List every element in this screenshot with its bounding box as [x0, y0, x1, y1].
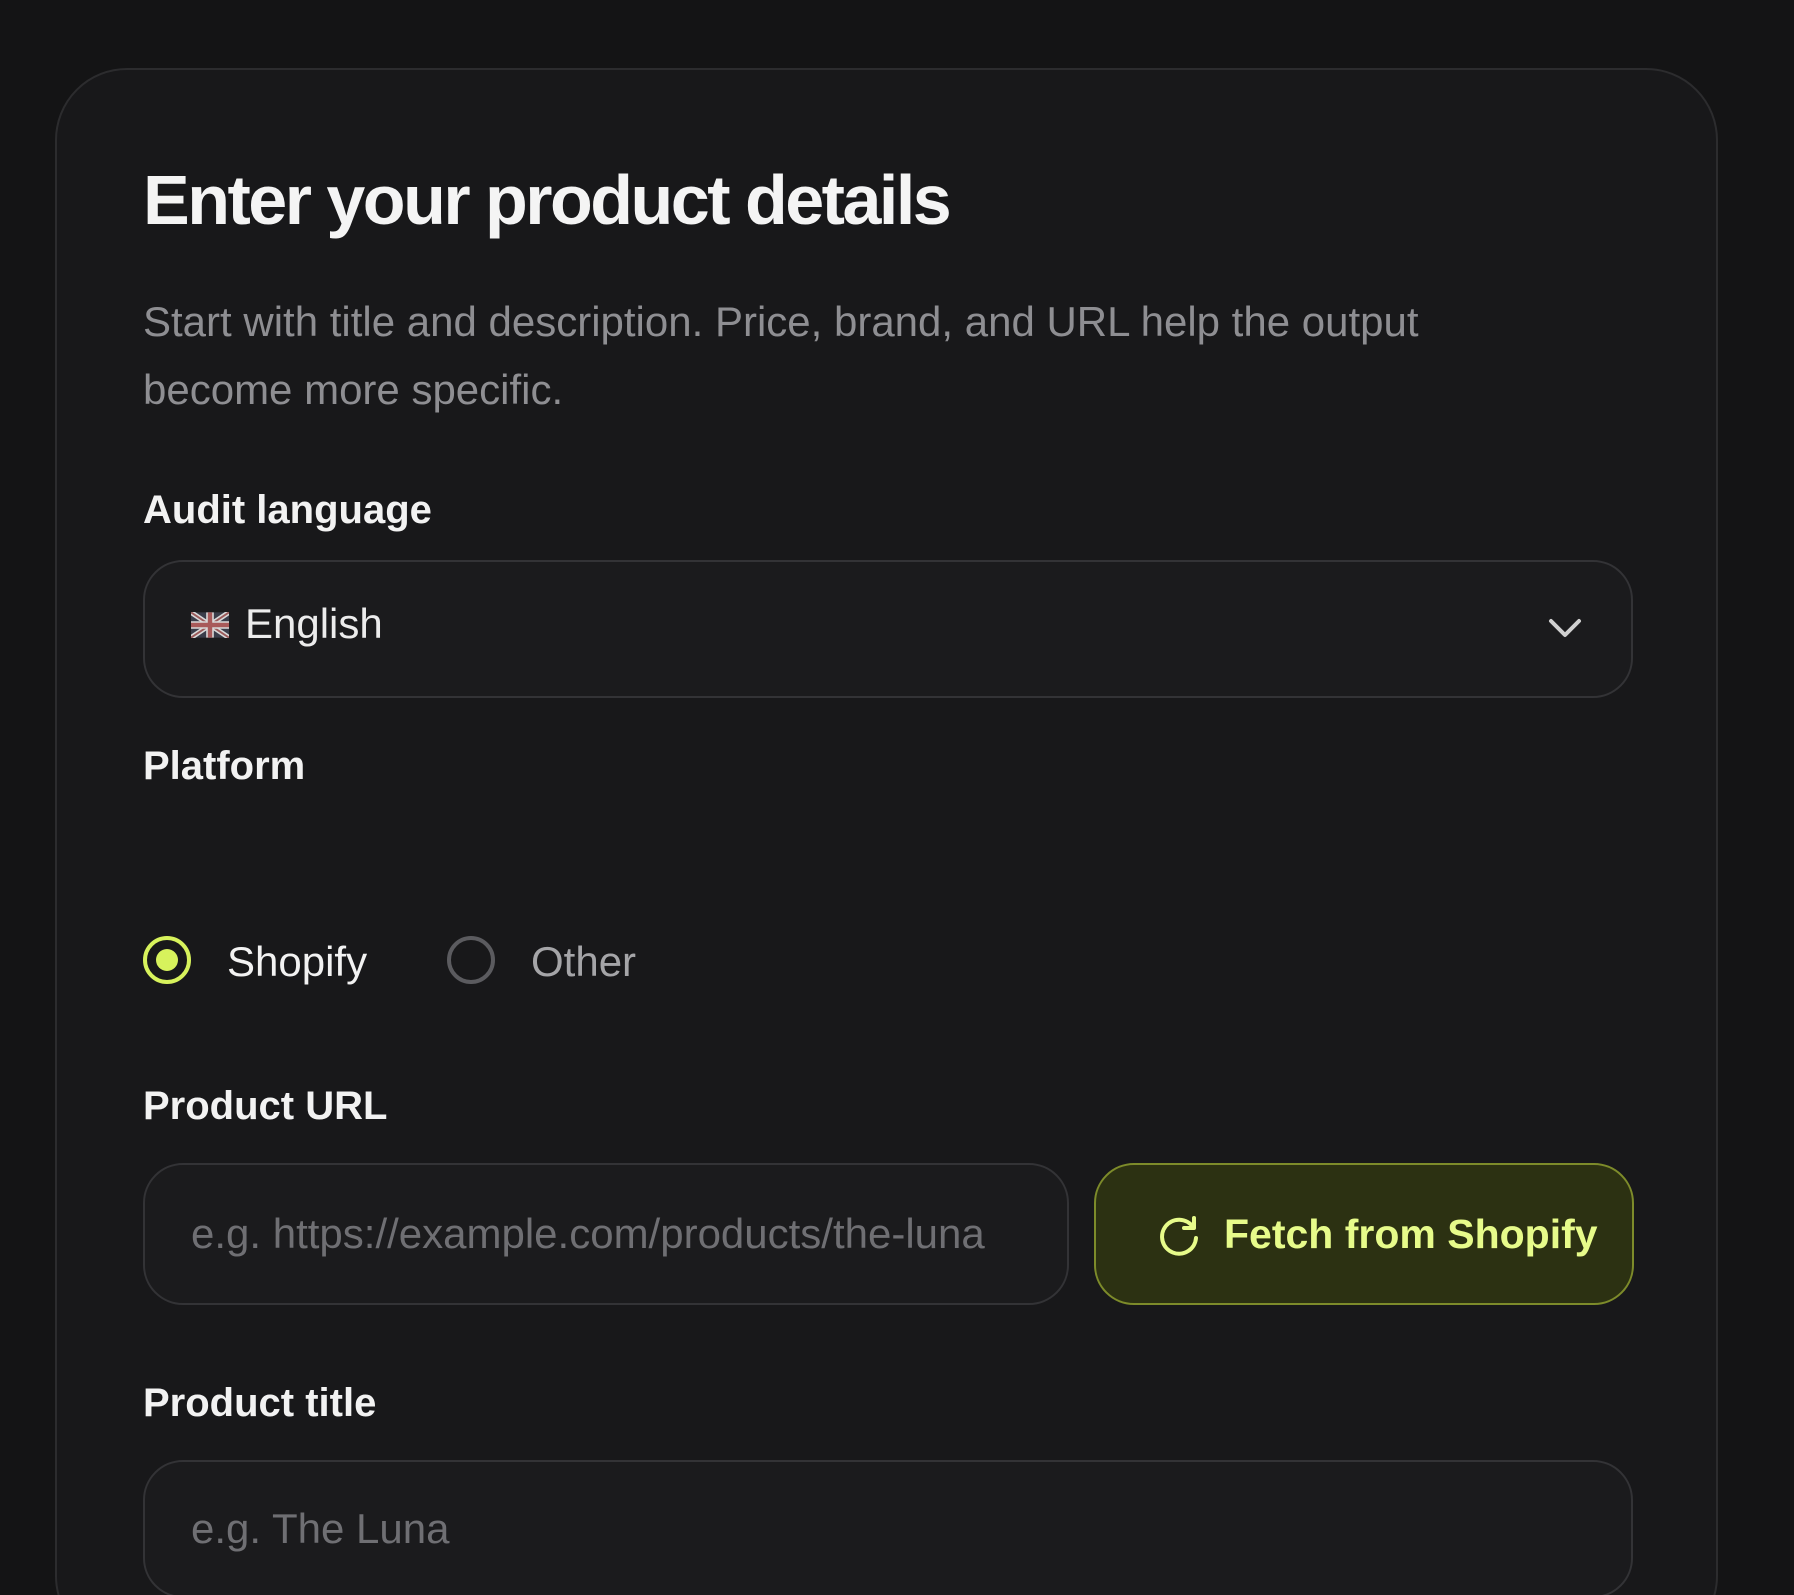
radio-checked-icon[interactable]: [143, 936, 191, 984]
chevron-down-icon: [1549, 619, 1581, 637]
product-url-input[interactable]: [143, 1163, 1069, 1305]
platform-option-label: Other: [531, 938, 637, 985]
product-title-input[interactable]: [143, 1460, 1633, 1595]
uk-flag-icon: [191, 612, 229, 638]
platform-option-shopify[interactable]: Shopify: [143, 932, 403, 992]
platform-label: Platform: [143, 744, 306, 788]
platform-option-other[interactable]: Other: [447, 932, 687, 992]
audit-language-select[interactable]: English: [143, 560, 1633, 698]
product-details-card: Enter your product details Start with ti…: [55, 68, 1718, 1595]
fetch-from-shopify-button[interactable]: Fetch from Shopify: [1094, 1163, 1634, 1305]
audit-language-label: Audit language: [143, 488, 432, 532]
product-title-label: Product title: [143, 1381, 377, 1425]
radio-unchecked-icon[interactable]: [447, 936, 495, 984]
page-title: Enter your product details: [143, 161, 952, 239]
fetch-button-label: Fetch from Shopify: [1224, 1211, 1598, 1257]
refresh-icon: [1160, 1216, 1198, 1256]
selected-language: English: [245, 600, 383, 647]
platform-radio-group: Shopify Other: [143, 932, 843, 992]
product-url-label: Product URL: [143, 1084, 388, 1128]
platform-option-label: Shopify: [227, 938, 368, 985]
form-description: Start with title and description. Price,…: [143, 298, 1419, 413]
page: Enter your product details Start with ti…: [0, 0, 1794, 1595]
